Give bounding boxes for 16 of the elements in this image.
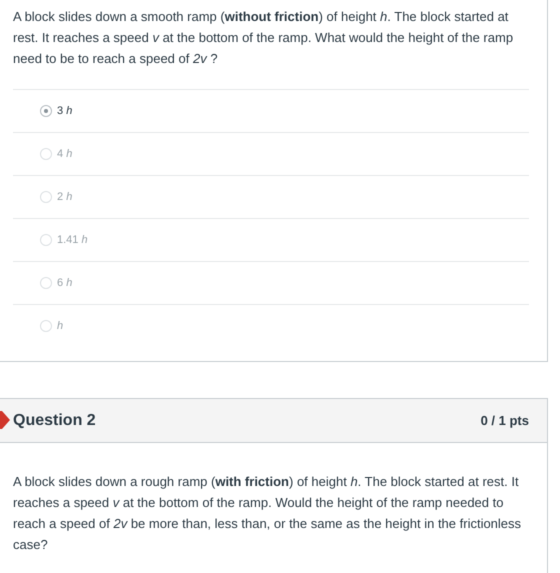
points-label: 0 / 1 pts [480,412,529,430]
answer-label: 1.41 h [57,232,88,248]
answer-label: h [57,318,64,334]
answer-label: 2 h [57,190,72,205]
answer-label: 4 h [57,146,72,162]
radio-button[interactable] [40,277,52,289]
radio-button[interactable] [40,191,52,203]
radio-button[interactable] [40,320,52,332]
radio-button[interactable] [40,148,52,160]
answer-label: 6 h [57,276,72,291]
radio-button[interactable] [40,234,52,246]
question-text: A block slides down a smooth ramp (without friction) of height h. The block started at rest. It reaches a speed v at the bottom of the ramp. What would the height of the ramp need to be to reach a speed of 2v ? [13,8,514,68]
question-text: A block slides down a rough ramp (with friction) of height h. The block started at rest. It reaches a speed v at the bottom of the ramp. Would the height of the ramp needed to reach a speed of 2v be more than, less than, or the same as the height in the frictionless case? [13,473,522,554]
answer-label: 3 h [57,104,72,119]
radio-button[interactable] [40,105,52,117]
question-title: Question 2 [13,410,96,430]
